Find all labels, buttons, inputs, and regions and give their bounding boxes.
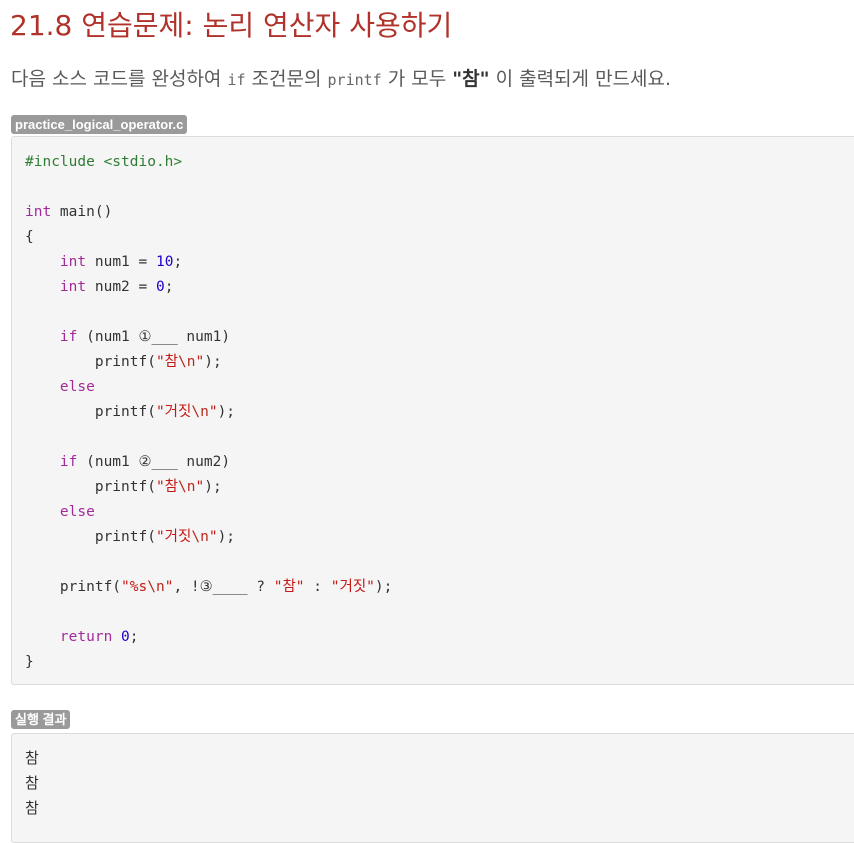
code-token: : <box>304 579 331 595</box>
code-line: { <box>25 225 854 250</box>
code-line: int main() <box>25 200 854 225</box>
code-token: <stdio.h> <box>103 154 183 170</box>
code-token: ; <box>129 629 139 645</box>
inline-code-if: if <box>227 71 246 89</box>
run-result-block: 참참참 <box>11 733 854 843</box>
code-line: if (num1 ①___ num1) <box>25 325 854 350</box>
code-token: else <box>59 379 95 395</box>
code-line: #include <stdio.h> <box>25 150 854 175</box>
inline-code-printf: printf <box>327 71 382 89</box>
code-token: 0 <box>155 279 165 295</box>
code-line: printf("거짓\n"); <box>25 525 854 550</box>
instructions-text-4: 이 출력되게 만드세요. <box>489 68 672 90</box>
code-token: num2 = <box>86 279 156 295</box>
code-token: { <box>25 229 34 245</box>
output-line: 참 <box>25 774 39 792</box>
code-token: int <box>59 279 87 295</box>
code-token: int <box>59 254 87 270</box>
code-line: printf("%s\n", !③____ ? "참" : "거짓"); <box>25 575 854 600</box>
code-token: ; <box>173 254 183 270</box>
source-filename-label: practice_logical_operator.c <box>11 115 188 134</box>
code-token: \n <box>191 404 209 420</box>
code-token: else <box>59 504 95 520</box>
code-line: int num2 = 0; <box>25 275 854 300</box>
code-line: return 0; <box>25 625 854 650</box>
code-token: \n <box>147 579 165 595</box>
code-token: if <box>59 454 78 470</box>
code-token: printf( <box>25 479 156 495</box>
code-line: printf("거짓\n"); <box>25 400 854 425</box>
code-token: , !③____ ? <box>173 579 274 595</box>
code-token: (num1 ②___ num2) <box>77 454 231 470</box>
code-token: "참" <box>273 579 305 595</box>
code-token: \n <box>191 529 209 545</box>
output-line: 참 <box>25 799 39 817</box>
code-token: " <box>195 354 205 370</box>
code-line: printf("참\n"); <box>25 475 854 500</box>
code-token: int <box>25 204 52 220</box>
instructions-text-3: 가 모두 <box>381 68 453 90</box>
run-result-output: 참참참 <box>12 734 854 821</box>
code-token: ); <box>217 529 236 545</box>
code-token: ); <box>374 579 393 595</box>
code-token: printf( <box>25 579 122 595</box>
code-token: "%s <box>121 579 148 595</box>
code-token: 0 <box>121 629 130 645</box>
code-token: printf( <box>25 354 156 370</box>
code-token: num1 = <box>86 254 156 270</box>
instructions-text-1: 다음 소스 코드를 완성하여 <box>11 68 228 90</box>
code-token: #include <box>25 154 104 170</box>
code-line: else <box>25 500 854 525</box>
code-token: \n <box>178 354 196 370</box>
output-line: 참 <box>25 749 39 767</box>
instructions-text-2: 조건문의 <box>245 68 328 90</box>
code-line: if (num1 ②___ num2) <box>25 450 854 475</box>
code-token: main() <box>51 204 113 220</box>
code-token: "참 <box>155 479 179 495</box>
instructions-strong-true: "참" <box>452 68 490 90</box>
code-token: \n <box>178 479 196 495</box>
page-title: 21.8 연습문제: 논리 연산자 사용하기 <box>10 9 453 42</box>
code-line: else <box>25 375 854 400</box>
run-result-label: 실행 결과 <box>11 710 71 729</box>
code-token: "거짓" <box>330 579 375 595</box>
code-token: "거짓 <box>155 529 192 545</box>
source-code: #include <stdio.h> int main() { int num1 =… <box>12 137 854 675</box>
code-token: ); <box>217 404 236 420</box>
exercise-instructions: 다음 소스 코드를 완성하여 if 조건문의 printf 가 모두 "참" 이… <box>11 64 671 95</box>
code-token: printf( <box>25 404 156 420</box>
code-token: " <box>195 479 205 495</box>
code-line: int num1 = 10; <box>25 250 854 275</box>
code-token: 10 <box>155 254 174 270</box>
code-token: "거짓 <box>155 404 192 420</box>
code-line: } <box>25 650 854 675</box>
code-token: " <box>208 404 218 420</box>
code-token: ; <box>164 279 174 295</box>
code-token: printf( <box>25 529 156 545</box>
code-token: } <box>25 654 34 670</box>
code-token: if <box>59 329 78 345</box>
code-token: " <box>208 529 218 545</box>
code-token: return <box>59 629 113 645</box>
code-line: printf("참\n"); <box>25 350 854 375</box>
code-token: (num1 ①___ num1) <box>77 329 231 345</box>
code-token: ); <box>204 354 222 370</box>
code-token: ); <box>204 479 222 495</box>
source-code-block: #include <stdio.h> int main() { int num1 =… <box>11 136 854 685</box>
code-token: "참 <box>155 354 179 370</box>
